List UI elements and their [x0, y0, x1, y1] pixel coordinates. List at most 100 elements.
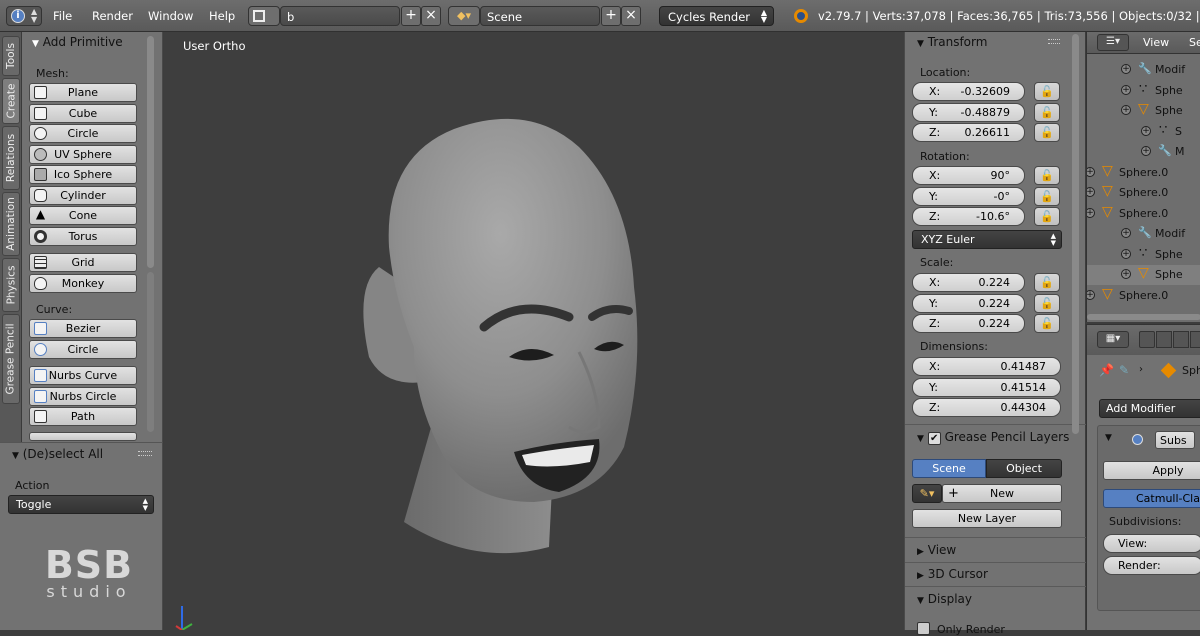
tool-panel-scrollbar[interactable] — [147, 36, 154, 268]
panel-grip-icon[interactable] — [138, 451, 152, 456]
outliner-row[interactable]: + ∵ Sphe — [1087, 81, 1200, 101]
location-y-field[interactable]: Y: -0.48879 — [912, 103, 1025, 122]
ico-sphere-button[interactable]: Ico Sphere — [29, 165, 137, 184]
outliner-editor-icon[interactable]: ☰▾ — [1097, 34, 1129, 51]
outliner-row[interactable]: + 🔧 M — [1087, 142, 1200, 162]
expand-icon[interactable]: + — [1141, 146, 1151, 156]
curve-circle-button[interactable]: Circle — [29, 340, 137, 359]
head-model[interactable] — [344, 117, 664, 567]
scene-name-field[interactable]: Scene — [480, 6, 600, 26]
outliner-row[interactable]: + ∵ Sphe — [1087, 245, 1200, 265]
dimension-z-field[interactable]: Z: 0.44304 — [912, 398, 1061, 417]
outliner-search-menu[interactable]: Se — [1189, 36, 1200, 49]
outliner-row[interactable]: + ▽ Sphe — [1087, 265, 1200, 285]
expand-icon[interactable]: + — [1121, 269, 1131, 279]
world-tab-icon[interactable] — [1173, 331, 1189, 348]
deselect-all-header[interactable]: ▼ (De)select All — [12, 447, 103, 461]
scale-y-field[interactable]: Y: 0.224 — [912, 294, 1025, 313]
menu-window[interactable]: Window — [148, 9, 193, 23]
pencil-icon[interactable]: ✎▾ — [912, 484, 942, 503]
object-tab-icon[interactable] — [1190, 331, 1200, 348]
rotation-y-field[interactable]: Y: -0° — [912, 187, 1025, 206]
properties-editor-icon[interactable]: ▦▾ — [1097, 331, 1129, 348]
remove-scene-button[interactable]: × — [621, 6, 641, 26]
outliner-row[interactable]: + 🔧 Modif — [1087, 60, 1200, 80]
triangle-down-icon[interactable]: ▼ — [1105, 433, 1112, 443]
nurbs-circle-button[interactable]: Nurbs Circle — [29, 387, 137, 406]
expand-icon[interactable]: + — [1121, 105, 1131, 115]
action-select[interactable]: Toggle ▲ ▼ — [8, 495, 154, 514]
tab-create[interactable]: Create — [2, 78, 20, 124]
pin-icon[interactable]: 📌 — [1099, 363, 1114, 377]
rotation-x-field[interactable]: X: 90° — [912, 166, 1025, 185]
location-x-field[interactable]: X: -0.32609 — [912, 82, 1025, 101]
view-panel-header[interactable]: ▶ View — [917, 543, 956, 557]
plane-button[interactable]: Plane — [29, 83, 137, 102]
bezier-button[interactable]: Bezier — [29, 319, 137, 338]
tab-relations[interactable]: Relations — [2, 126, 20, 190]
outliner-row[interactable]: + ▽ Sphe — [1087, 101, 1200, 121]
nurbs-curve-button[interactable]: Nurbs Curve — [29, 366, 137, 385]
expand-icon[interactable]: + — [1087, 207, 1095, 218]
expand-icon[interactable]: + — [1121, 84, 1131, 95]
partial-button[interactable] — [29, 432, 137, 441]
outliner-row[interactable]: + ▽ Sphere.0 — [1087, 286, 1200, 306]
outliner-row[interactable]: + ▽ Sphere.0 — [1087, 183, 1200, 203]
properties-scrollbar[interactable] — [1072, 34, 1079, 434]
lock-icon[interactable]: 🔓 — [1034, 273, 1060, 292]
cube-button[interactable]: Cube — [29, 104, 137, 123]
catmull-clark-button[interactable]: Catmull-Clark — [1103, 489, 1200, 508]
tab-grease-pencil[interactable]: Grease Pencil — [2, 314, 20, 404]
object-toggle-button[interactable]: Object — [986, 459, 1062, 478]
scene-icon[interactable]: ◆▾ — [448, 6, 480, 26]
scene-toggle-button[interactable]: Scene — [912, 459, 986, 478]
lock-icon[interactable]: 🔓 — [1034, 166, 1060, 185]
3d-viewport[interactable]: User Ortho — [164, 32, 904, 630]
add-screen-button[interactable]: + — [401, 6, 421, 26]
lock-icon[interactable]: 🔓 — [1034, 123, 1060, 142]
render-engine-select[interactable]: Cycles Render ▲ ▼ — [659, 6, 774, 26]
expand-icon[interactable]: + — [1121, 228, 1131, 238]
outliner-row[interactable]: + ∵ S — [1087, 122, 1200, 142]
tab-animation[interactable]: Animation — [2, 192, 20, 256]
outliner-row[interactable]: + ▽ Sphere.0 — [1087, 204, 1200, 224]
cylinder-button[interactable]: Cylinder — [29, 186, 137, 205]
outliner-view-menu[interactable]: View — [1143, 36, 1169, 49]
grease-pencil-header[interactable]: ▼ ✔ Grease Pencil Layers — [917, 430, 1069, 445]
new-grease-button[interactable]: + New — [942, 484, 1062, 503]
rotation-mode-select[interactable]: XYZ Euler ▲ ▼ — [912, 230, 1062, 249]
lock-icon[interactable]: 🔓 — [1034, 207, 1060, 226]
dimension-x-field[interactable]: X: 0.41487 — [912, 357, 1061, 376]
tab-physics[interactable]: Physics — [2, 258, 20, 312]
location-z-field[interactable]: Z: 0.26611 — [912, 123, 1025, 142]
only-render-checkbox[interactable] — [917, 622, 930, 635]
menu-render[interactable]: Render — [92, 9, 133, 23]
expand-icon[interactable]: + — [1121, 64, 1131, 74]
render-tab-icon[interactable] — [1139, 331, 1155, 348]
circle-button[interactable]: Circle — [29, 124, 137, 143]
modifier-name-field[interactable]: Subs — [1155, 431, 1195, 449]
expand-icon[interactable]: + — [1087, 187, 1095, 197]
remove-screen-button[interactable]: × — [421, 6, 441, 26]
view-levels-field[interactable]: View: — [1103, 534, 1200, 553]
scale-x-field[interactable]: X: 0.224 — [912, 273, 1025, 292]
outliner-row[interactable]: + ▽ Sphere.0 — [1087, 163, 1200, 183]
menu-help[interactable]: Help — [209, 9, 235, 23]
add-scene-button[interactable]: + — [601, 6, 621, 26]
uv-sphere-button[interactable]: UV Sphere — [29, 145, 137, 164]
lock-icon[interactable]: 🔓 — [1034, 187, 1060, 206]
tab-tools[interactable]: Tools — [2, 36, 20, 76]
scale-z-field[interactable]: Z: 0.224 — [912, 314, 1025, 333]
checkbox-icon[interactable]: ✔ — [927, 432, 941, 445]
cone-button[interactable]: ▲ Cone — [29, 206, 137, 225]
transform-header[interactable]: ▼ Transform — [917, 35, 987, 49]
torus-button[interactable]: Torus — [29, 227, 137, 246]
display-panel-header[interactable]: ▼ Display — [917, 592, 972, 606]
screen-layout-icon[interactable] — [248, 6, 280, 26]
lock-icon[interactable]: 🔓 — [1034, 82, 1060, 101]
new-layer-button[interactable]: New Layer — [912, 509, 1062, 528]
outliner-row[interactable]: + 🔧 Modif — [1087, 224, 1200, 244]
panel-grip-icon[interactable] — [1048, 39, 1060, 44]
monkey-button[interactable]: Monkey — [29, 274, 137, 293]
tool-panel-scrollbar-lower[interactable] — [147, 272, 154, 432]
